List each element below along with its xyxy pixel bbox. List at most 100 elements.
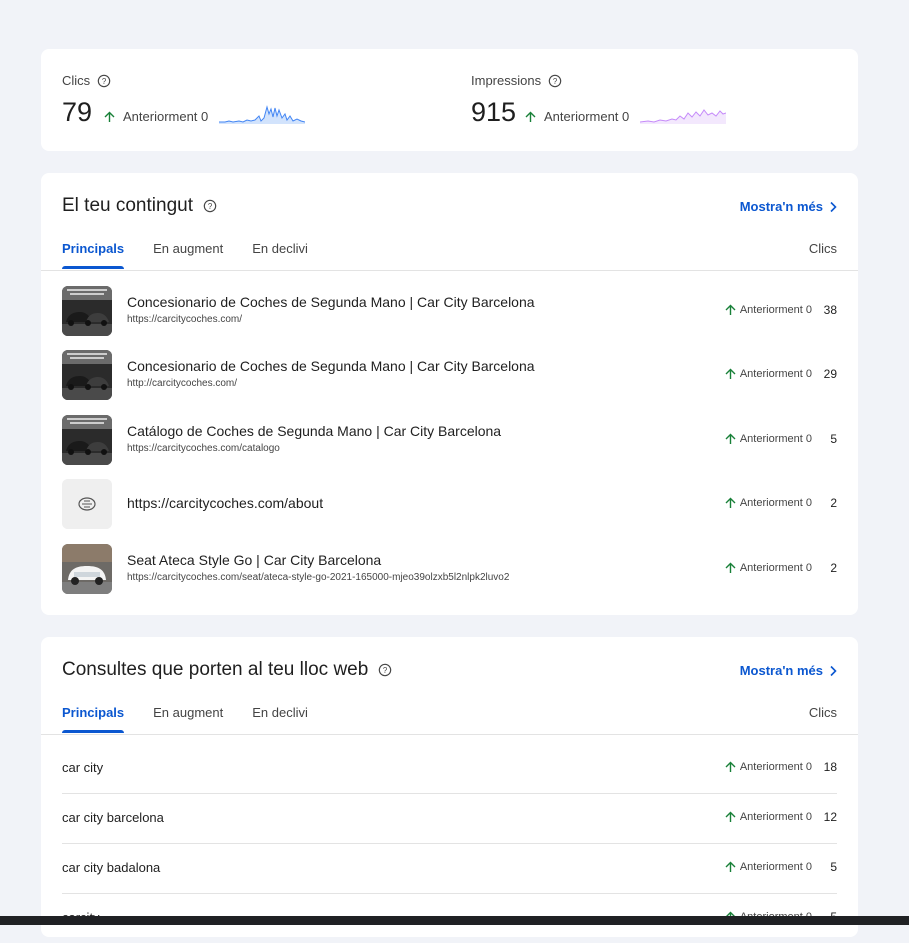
page-thumbnail: [62, 350, 112, 400]
query-row[interactable]: car city barcelona Anteriorment 0 12: [62, 793, 837, 844]
divider: [41, 734, 858, 735]
row-stats: Anteriorment 0 5: [725, 432, 837, 446]
previous-value: Anteriorment 0: [739, 304, 812, 316]
arrow-up-icon: [725, 368, 736, 379]
svg-text:?: ?: [553, 77, 558, 86]
query-row[interactable]: car city badalona Anteriorment 0 5: [62, 843, 837, 894]
arrow-up-icon: [725, 304, 736, 315]
content-title: El teu contingut: [62, 195, 193, 216]
divider: [41, 270, 858, 271]
queries-tabs: Principals En augment En declivi: [62, 705, 308, 733]
arrow-up-icon: [725, 562, 736, 573]
previous-value: Anteriorment 0: [739, 861, 812, 873]
content-row[interactable]: Concesionario de Coches de Segunda Mano …: [62, 286, 837, 336]
chevron-right-icon: [830, 201, 837, 212]
previous-value: Anteriorment 0: [739, 761, 812, 773]
query-row[interactable]: car city Anteriorment 0 18: [62, 743, 837, 794]
page-title: https://carcitycoches.com/about: [127, 495, 324, 511]
tab-principals[interactable]: Principals: [62, 705, 125, 733]
content-tabs: Principals En augment En declivi: [62, 241, 308, 269]
impressions-sparkline: [640, 109, 726, 124]
clicks-value: 79: [62, 97, 93, 127]
content-row[interactable]: Catálogo de Coches de Segunda Mano | Car…: [62, 415, 837, 465]
row-stats: Anteriorment 0 38: [725, 303, 837, 317]
arrow-up-icon: [725, 761, 736, 772]
row-stats: Anteriorment 0 29: [725, 367, 837, 381]
chevron-right-icon: [830, 665, 837, 676]
impressions-previous: Anteriorment 0: [525, 109, 629, 124]
clicks-count: 2: [830, 496, 837, 510]
car-city-logo-icon: [62, 479, 112, 529]
query-text: car city: [62, 760, 104, 775]
clicks-count: 12: [823, 810, 837, 824]
page-title: Catálogo de Coches de Segunda Mano | Car…: [127, 423, 502, 439]
queries-title: Consultes que porten al teu lloc web: [62, 659, 369, 680]
clicks-count: 5: [830, 860, 837, 874]
help-icon[interactable]: ?: [203, 199, 217, 213]
impressions-value: 915: [471, 97, 517, 127]
page-url: https://carcitycoches.com/: [127, 314, 243, 325]
page-title: Concesionario de Coches de Segunda Mano …: [127, 294, 535, 310]
svg-text:?: ?: [383, 666, 388, 675]
row-stats: Anteriorment 0 18: [725, 760, 837, 774]
arrow-up-icon: [104, 111, 115, 122]
arrow-up-icon: [725, 497, 736, 508]
page-title: Concesionario de Coches de Segunda Mano …: [127, 358, 535, 374]
page-title: Seat Ateca Style Go | Car City Barcelona: [127, 552, 382, 568]
previous-value: Anteriorment 0: [739, 368, 812, 380]
content-row[interactable]: Seat Ateca Style Go | Car City Barcelona…: [62, 544, 837, 594]
clicks-previous-text: Anteriorment 0: [123, 109, 209, 124]
content-title-row: El teu contingut ?: [62, 195, 217, 217]
row-stats: Anteriorment 0 5: [725, 860, 837, 874]
arrow-up-icon: [725, 861, 736, 872]
content-row[interactable]: Concesionario de Coches de Segunda Mano …: [62, 350, 837, 400]
svg-text:?: ?: [102, 77, 107, 86]
clicks-count: 5: [830, 432, 837, 446]
clicks-column-header: Clics: [808, 705, 837, 720]
content-card: El teu contingut ? Mostra'n més Principa…: [41, 173, 858, 615]
clicks-count: 29: [823, 367, 837, 381]
impressions-label: Impressions: [471, 73, 542, 88]
help-icon[interactable]: ?: [378, 663, 392, 677]
help-icon[interactable]: ?: [97, 74, 111, 88]
show-more-label: Mostra'n més: [739, 199, 823, 214]
queries-show-more-link[interactable]: Mostra'n més: [740, 663, 837, 678]
page-thumbnail: [62, 415, 112, 465]
query-text: car city badalona: [62, 860, 161, 875]
row-stats: Anteriorment 0 2: [725, 496, 837, 510]
arrow-up-icon: [725, 811, 736, 822]
arrow-up-icon: [725, 433, 736, 444]
clicks-count: 2: [830, 561, 837, 575]
clicks-column-header: Clics: [808, 241, 837, 256]
impressions-previous-text: Anteriorment 0: [544, 109, 630, 124]
svg-text:?: ?: [208, 202, 213, 211]
tab-en-declivi[interactable]: En declivi: [252, 241, 308, 269]
previous-value: Anteriorment 0: [739, 433, 812, 445]
clicks-label-row: Clics ?: [62, 73, 111, 88]
page-url: https://carcitycoches.com/catalogo: [127, 443, 280, 454]
tab-en-augment[interactable]: En augment: [153, 241, 223, 269]
content-row[interactable]: https://carcitycoches.com/about Anterior…: [62, 479, 837, 529]
tab-principals[interactable]: Principals: [62, 241, 125, 269]
site-logo-thumbnail: [62, 479, 112, 529]
clicks-count: 38: [823, 303, 837, 317]
content-show-more-link[interactable]: Mostra'n més: [740, 199, 837, 214]
clicks-sparkline: [219, 105, 305, 124]
page-thumbnail: [62, 286, 112, 336]
clicks-label: Clics: [62, 73, 91, 88]
tab-en-declivi[interactable]: En declivi: [252, 705, 308, 733]
queries-title-row: Consultes que porten al teu lloc web ?: [62, 659, 392, 681]
tab-en-augment[interactable]: En augment: [153, 705, 223, 733]
page-url: http://carcitycoches.com/: [127, 378, 238, 389]
metrics-card: Clics ? 79 Anteriorment 0 Impressions ? …: [41, 49, 858, 151]
row-stats: Anteriorment 0 2: [725, 561, 837, 575]
clicks-count: 18: [823, 760, 837, 774]
page-thumbnail: [62, 544, 112, 594]
arrow-up-icon: [525, 111, 536, 122]
clicks-previous: Anteriorment 0: [104, 109, 208, 124]
previous-value: Anteriorment 0: [739, 811, 812, 823]
help-icon[interactable]: ?: [548, 74, 562, 88]
previous-value: Anteriorment 0: [739, 497, 812, 509]
query-text: car city barcelona: [62, 810, 164, 825]
bottom-bar: [0, 916, 909, 925]
